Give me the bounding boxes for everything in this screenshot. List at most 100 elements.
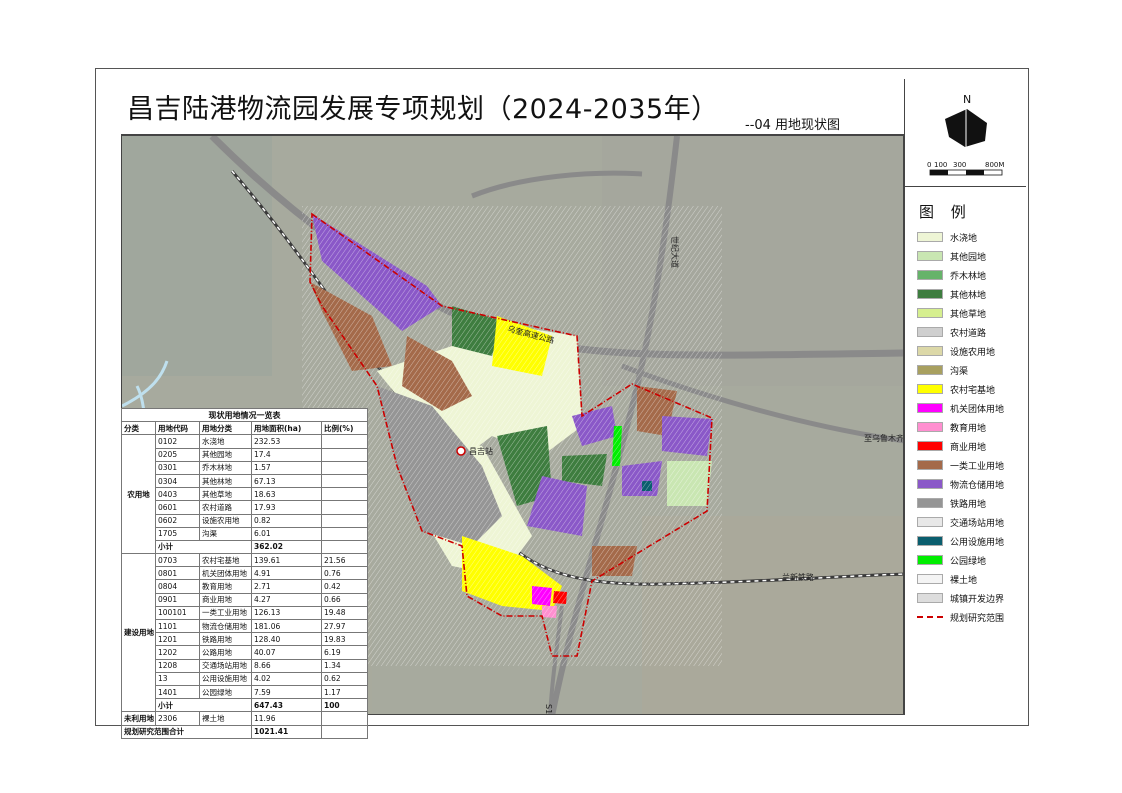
legend-label: 铁路用地 [950,499,987,510]
legend-label: 其他草地 [950,309,987,320]
table-row: 0602 设施农用地 0.82 [122,513,369,528]
legend-label: 公用设施用地 [950,537,1005,548]
legend-label: 农村宅基地 [950,385,996,396]
table-cell: 商业用地 [199,592,252,607]
legend-swatch [917,517,943,527]
table-cell: 0304 [155,473,200,489]
legend-label: 裸土地 [950,575,978,586]
legend-swatch [917,403,943,413]
table-cell [320,473,369,489]
legend-label: 一类工业用地 [950,461,1005,472]
table-cell: 0301 [155,460,200,475]
table-cell: 0602 [155,513,200,528]
table-row: 0804 教育用地 2.71 0.42 [122,579,369,594]
table-cell [320,724,369,739]
table-cell: 17.4 [251,447,322,462]
table-cell: 0205 [155,447,200,462]
table-cell: 公用设施用地 [199,671,252,686]
legend-label: 其他林地 [950,290,987,301]
legend-item: 一类工业用地 [917,458,1025,472]
table-cell: 小计 [155,539,252,555]
table-cell: 未利用地 [121,711,156,726]
north-label: N [963,93,971,106]
table-cell: 6.01 [251,526,322,541]
legend-item: 乔木林地 [917,268,1025,282]
table-cell: 设施农用地 [199,513,252,528]
table-cell: 1.34 [320,658,369,673]
table-cell: 128.40 [251,632,322,647]
table-cell: 1101 [155,618,200,634]
legend-swatch [917,574,943,584]
table-row: 农用地 0102 水浇地 232.53 [121,434,369,555]
table-cell: 0804 [155,579,200,594]
table-row: 分类 用地代码 用地分类 用地面积(ha) 比例(%) [121,421,369,436]
title-bar: 昌吉陆港物流园发展专项规划（2024-2035年） --04 用地现状图 [121,79,904,135]
table-cell: 18.63 [251,487,322,502]
table-cell: 农村道路 [199,500,252,515]
legend-item: 农村道路 [917,325,1025,339]
table-row: 小计 647.43 100 [122,698,369,713]
legend-label: 机关团体用地 [950,404,1005,415]
table-cell [320,487,369,502]
table-cell: 水浇地 [199,434,252,449]
legend-label: 沟渠 [950,366,969,377]
table-row: 小计 362.02 [122,539,369,555]
table-row: 0301 乔木林地 1.57 [122,460,369,475]
table-cell: 农村宅基地 [199,553,252,568]
table-row: 1208 交通场站用地 8.66 1.34 [122,658,369,673]
table-cell [320,460,369,475]
table-row: 1101 物流仓储用地 181.06 27.97 [122,618,369,634]
table-cell: 小计 [155,698,252,713]
legend-swatch [917,422,943,432]
table-cell: 分类 [121,421,156,436]
table-cell: 2306 [155,711,200,726]
legend-panel: N 0 100 300 800M 图 例 水浇地 其他园地 乔木林地 其他林地 其他草地… [904,79,1026,715]
table-row: 0801 机关团体用地 4.91 0.76 [122,566,369,581]
table-cell [320,711,369,726]
table-cell: 0.66 [320,592,369,607]
table-cell [320,513,369,528]
legend-label: 商业用地 [950,442,987,453]
table-cell: 沟渠 [199,526,252,541]
table-caption-row: 现状用地情况一览表 [120,407,369,423]
legend-swatch [917,251,943,261]
legend-label: 教育用地 [950,423,987,434]
table-row: 0304 其他林地 67.13 [122,473,369,489]
table-cell: 27.97 [320,618,369,634]
table-cell: 0601 [155,500,200,515]
table-cell [320,526,369,541]
legend-item: 教育用地 [917,420,1025,434]
table-row: 1201 铁路用地 128.40 19.83 [122,632,369,647]
legend-label: 乔木林地 [950,271,987,282]
table-cell: 19.48 [320,605,369,621]
table-row: 0205 其他园地 17.4 [122,447,369,462]
legend-title: 图 例 [919,203,972,221]
legend-label: 城镇开发边界 [950,594,1005,605]
table-cell: 交通场站用地 [199,658,252,673]
table-cell: 0801 [155,566,200,581]
table-cell: 其他园地 [199,447,252,462]
table-cell: 比例(%) [320,421,369,436]
north-arrow-box: N 0 100 300 800M [905,79,1026,187]
station-icon[interactable] [456,446,466,456]
table-cell: 126.13 [251,605,322,621]
table-cell: 139.61 [251,553,322,568]
table-cell: 用地分类 [199,421,252,436]
legend-swatch [917,441,943,451]
table-cell: 232.53 [251,434,322,449]
table-row: 建设用地 0703 农村宅基地 139.61 21.56 [121,553,369,713]
scale-bar: 0 100 300 800M [927,161,1004,176]
legend-swatch [917,593,943,603]
legend-item: 沟渠 [917,363,1025,377]
table-cell: 0102 [155,434,200,449]
scale-bar-segment [966,170,984,175]
legend-item: 商业用地 [917,439,1025,453]
table-cell: 铁路用地 [199,632,252,647]
table-cell: 19.83 [320,632,369,647]
legend-item: 公用设施用地 [917,534,1025,548]
legend-item: 规划研究范围 [917,610,1025,624]
table-cell: 公路用地 [199,645,252,660]
scale-label-300: 300 [953,161,966,169]
table-cell: 用地代码 [155,421,200,436]
legend-label: 物流仓储用地 [950,480,1005,491]
